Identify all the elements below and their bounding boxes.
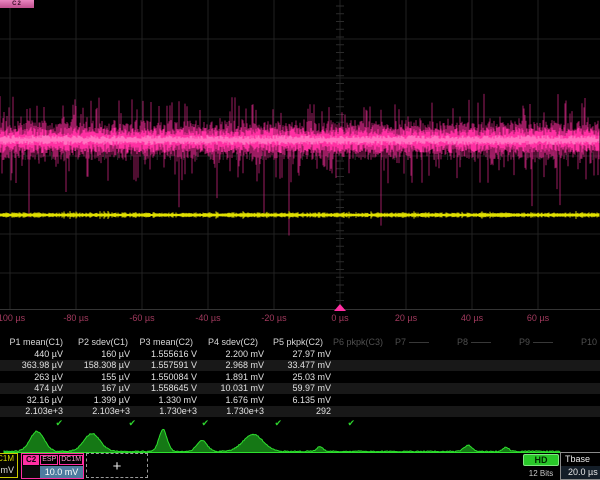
measurement-value: 474 µV [0,383,67,393]
param-header-p5[interactable]: P5 pkpk(C2) [260,337,325,347]
measurement-value: 27.97 mV [268,349,335,359]
timebase-value: 20.0 µs [561,466,600,479]
measurement-value: 1.557591 V [134,360,201,370]
measurement-value: 1.891 mV [201,372,268,382]
c2-channel-badge: C2 [23,455,39,465]
c2-descriptor-values: 10.0 mV [22,466,83,478]
time-axis: -100 µs -80 µs -60 µs -40 µs -20 µs 0 µs 20 µs… [0,311,600,326]
timebase-label: Tbase [565,454,590,464]
c2-vdiv-value[interactable]: 10.0 mV [40,466,83,478]
waveform-display [0,0,600,312]
c1-coupling-label: C1M [0,454,14,463]
measurement-value: 2.103e+3 [67,406,134,416]
unused-param-line [533,342,553,343]
time-axis-label: 40 µs [461,313,483,323]
c2-descriptor-box[interactable]: C2 ESP DC1M 10.0 mV [21,453,84,479]
measurement-row: 2.103e+32.103e+31.730e+31.730e+3292 [0,406,600,418]
measurement-value: 59.97 mV [268,383,335,393]
active-trace-badge: C2 [0,0,34,8]
timebase-header: Tbase [561,453,600,466]
measurement-value: 1.555616 V [134,349,201,359]
time-axis-label: -20 µs [261,313,286,323]
time-axis-label: -80 µs [63,313,88,323]
param-header-p3[interactable]: P3 mean(C2) [130,337,195,347]
param-header-p8[interactable]: P8 [449,337,511,347]
param-header-p1[interactable]: P1 mean(C1) [0,337,65,347]
unused-param-line [471,342,491,343]
measurement-value: 292 [268,406,335,416]
param-header-p7[interactable]: P7 [387,337,449,347]
hd-mode-badge[interactable]: HD [523,454,559,466]
measurement-value: 1.676 mV [201,395,268,405]
time-axis-label: 20 µs [395,313,417,323]
measurement-value: 33.477 mV [268,360,335,370]
measurement-value: 1.399 µV [67,395,134,405]
measurement-value: 440 µV [0,349,67,359]
param-header-p6[interactable]: P6 pkpk(C3) [325,337,387,347]
c2-descriptor-spacer [22,466,40,478]
unused-param-line [409,342,429,343]
oscilloscope-screen: C2 -100 µs -80 µs -60 µs -40 µs -20 µs 0 µs 20… [0,0,600,480]
measurement-value: 1.330 mV [134,395,201,405]
measurement-value: 1.550084 V [134,372,201,382]
measurement-table: P1 mean(C1)P2 sdev(C1)P3 mean(C2)P4 sdev… [0,336,600,429]
c1-descriptor-box[interactable]: C1M 0 mV [0,453,18,478]
c2-coupling-tag: DC1M [59,455,83,465]
param-header-p10[interactable]: P10 [573,337,600,347]
measurement-value: 158.308 µV [67,360,134,370]
measurement-value: 32.16 µV [0,395,67,405]
time-axis-label: -100 µs [0,313,25,323]
param-header-p2[interactable]: P2 sdev(C1) [65,337,130,347]
trigger-position-marker[interactable] [334,304,346,311]
measurement-row: 32.16 µV1.399 µV1.330 mV1.676 mV6.135 mV [0,394,600,406]
measurement-value: 160 µV [67,349,134,359]
measurement-value: 2.968 mV [201,360,268,370]
measurement-value: 1.730e+3 [201,406,268,416]
measurement-value: 2.103e+3 [0,406,67,416]
measurement-row: 263 µV155 µV1.550084 V1.891 mV25.03 mV [0,371,600,383]
measurement-row: 440 µV160 µV1.555616 V2.200 mV27.97 mV [0,348,600,360]
time-axis-label: -60 µs [129,313,154,323]
c2-descriptor-header: C2 ESP DC1M [22,454,83,466]
measurement-value: 167 µV [67,383,134,393]
time-axis-label: -40 µs [195,313,220,323]
c2-esp-tag: ESP [40,455,58,465]
measurement-value: 10.031 mV [201,383,268,393]
measurement-value: 155 µV [67,372,134,382]
c1-waveform-trace[interactable] [0,211,599,219]
measurement-row: 474 µV167 µV1.558645 V10.031 mV59.97 mV [0,383,600,395]
measurement-row: 363.98 µV158.308 µV1.557591 V2.968 mV33.… [0,360,600,372]
measurement-header-row: P1 mean(C1)P2 sdev(C1)P3 mean(C2)P4 sdev… [0,336,600,348]
timebase-box[interactable]: Tbase 20.0 µs [560,452,600,480]
measurement-value: 2.200 mV [201,349,268,359]
param-header-p9[interactable]: P9 [511,337,573,347]
measurement-value: 363.98 µV [0,360,67,370]
hd-bits-label: 12 Bits [521,469,561,478]
measurement-value: 1.730e+3 [134,406,201,416]
measurement-value: 263 µV [0,372,67,382]
param-header-p4[interactable]: P4 sdev(C2) [195,337,260,347]
time-axis-label: 60 µs [527,313,549,323]
measurement-value: 25.03 mV [268,372,335,382]
measurement-histicons[interactable] [0,426,600,454]
time-axis-label: 0 µs [331,313,348,323]
add-trace-button[interactable]: + [86,453,148,478]
measurement-value: 6.135 mV [268,395,335,405]
measurement-value: 1.558645 V [134,383,201,393]
c1-vdiv-value: 0 mV [0,465,14,475]
